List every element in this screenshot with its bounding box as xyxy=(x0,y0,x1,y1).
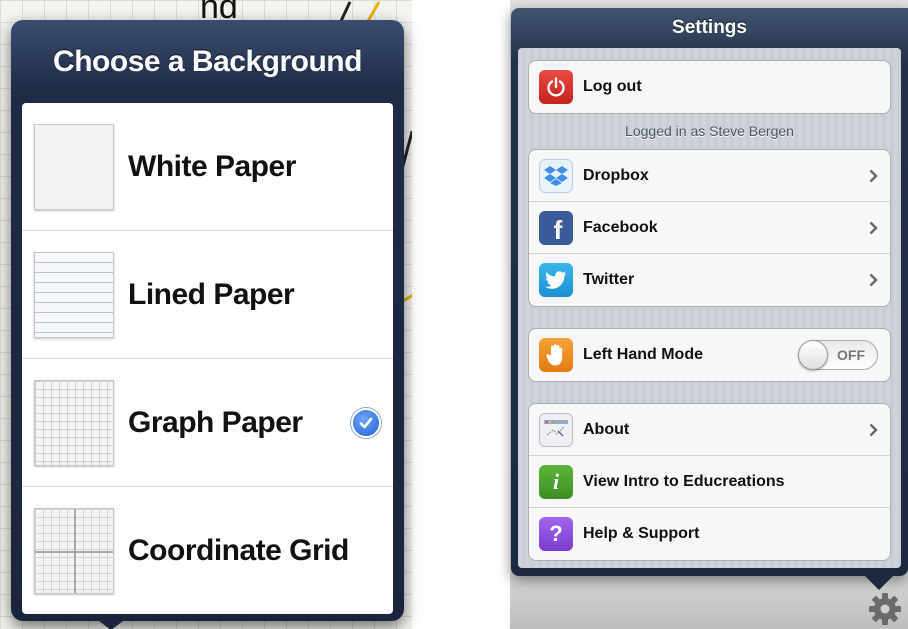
help-support-row[interactable]: ? Help & Support xyxy=(529,508,890,560)
background-option-label: Coordinate Grid xyxy=(128,533,349,567)
chevron-right-icon xyxy=(869,273,878,287)
twitter-icon xyxy=(539,263,573,297)
settings-body: Log out Logged in as Steve Bergen Dropbo… xyxy=(518,48,901,568)
coordinate-grid-thumbnail xyxy=(34,507,114,594)
power-icon xyxy=(539,70,573,104)
background-option-label: White Paper xyxy=(128,149,296,183)
logged-in-caption: Logged in as Steve Bergen xyxy=(625,123,794,139)
background-options-list: White Paper Lined Paper Graph Paper Coor… xyxy=(22,103,393,614)
logout-group: Log out xyxy=(528,60,891,114)
choose-background-popover: Choose a Background White Paper Lined Pa… xyxy=(11,20,404,629)
facebook-label: Facebook xyxy=(583,218,658,236)
bottom-toolbar xyxy=(510,573,908,629)
background-option-label: Graph Paper xyxy=(128,405,303,439)
left-hand-mode-toggle[interactable]: OFF xyxy=(798,340,878,370)
view-intro-row[interactable]: i View Intro to Educreations xyxy=(529,456,890,508)
checkmark-icon xyxy=(351,407,381,438)
background-option-lined-paper[interactable]: Lined Paper xyxy=(22,231,393,359)
toggle-value: OFF xyxy=(837,347,865,363)
about-row[interactable]: About xyxy=(529,404,890,456)
dropbox-label: Dropbox xyxy=(583,166,649,184)
facebook-icon: f xyxy=(539,210,573,245)
background-option-coordinate-grid[interactable]: Coordinate Grid xyxy=(22,487,393,614)
dropbox-row[interactable]: Dropbox xyxy=(529,150,890,202)
popover-title: Choose a Background xyxy=(53,44,362,78)
chevron-right-icon xyxy=(869,221,878,234)
help-support-label: Help & Support xyxy=(583,525,700,542)
settings-popover: Settings Log out Logged in as Steve Berg… xyxy=(511,8,908,590)
logout-label: Log out xyxy=(583,78,642,95)
lined-paper-thumbnail xyxy=(34,251,114,338)
about-icon xyxy=(539,412,573,447)
background-option-white-paper[interactable]: White Paper xyxy=(22,103,393,231)
screenshot-stage: nd Choose a Background White Paper Lined… xyxy=(0,0,908,629)
help-icon: ? xyxy=(539,517,573,551)
graph-paper-thumbnail xyxy=(34,379,114,466)
left-hand-mode-row: Left Hand Mode OFF xyxy=(529,329,890,381)
left-hand-mode-label: Left Hand Mode xyxy=(583,346,703,363)
logout-button[interactable]: Log out xyxy=(529,61,890,113)
twitter-label: Twitter xyxy=(583,271,635,288)
dropbox-icon xyxy=(539,158,573,193)
gear-icon[interactable] xyxy=(868,592,902,626)
twitter-row[interactable]: Twitter xyxy=(529,254,890,306)
left-hand-group: Left Hand Mode OFF xyxy=(528,328,891,382)
hand-icon xyxy=(539,338,573,372)
view-intro-label: View Intro to Educreations xyxy=(583,472,785,490)
services-group: Dropbox f Facebook Twitter xyxy=(528,149,891,307)
white-paper-thumbnail xyxy=(34,123,114,210)
info-icon: i xyxy=(539,464,573,499)
background-option-graph-paper[interactable]: Graph Paper xyxy=(22,359,393,487)
background-option-label: Lined Paper xyxy=(128,277,295,311)
facebook-row[interactable]: f Facebook xyxy=(529,202,890,254)
chevron-right-icon xyxy=(869,169,878,182)
popover-title: Settings xyxy=(672,17,747,38)
toggle-knob xyxy=(798,340,828,370)
info-group: About i View Intro to Educreations ? Hel… xyxy=(528,403,891,561)
chevron-right-icon xyxy=(869,423,878,436)
about-label: About xyxy=(583,420,630,438)
